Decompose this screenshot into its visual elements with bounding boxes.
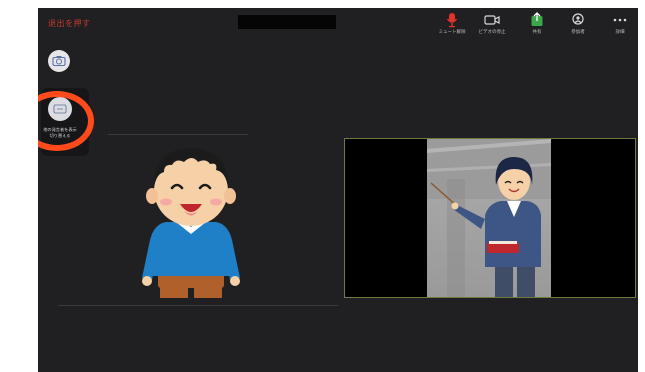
remote-video-feed xyxy=(427,139,551,297)
share-button[interactable]: 共有 xyxy=(519,12,555,42)
more-button[interactable]: 詳細 xyxy=(602,12,638,42)
participants-label: 参加者 xyxy=(571,30,585,35)
meeting-screen: 退出を押す ミーティング ミュート解除 ビデオの停止 共有 参加者 詳細 他の発… xyxy=(38,8,638,372)
share-label: 共有 xyxy=(532,30,542,35)
mute-label: ミュート解除 xyxy=(438,30,466,35)
divider xyxy=(58,305,338,306)
boy-avatar xyxy=(142,148,240,298)
teacher-video-feed xyxy=(427,139,551,297)
microphone-muted-icon xyxy=(444,12,460,27)
share-icon xyxy=(529,12,545,27)
mute-button[interactable]: ミュート解除 xyxy=(434,12,470,42)
remote-video-tile[interactable] xyxy=(344,138,636,298)
participants-button[interactable]: 参加者 xyxy=(560,12,596,42)
participants-icon xyxy=(570,12,586,27)
meeting-title: ミーティング xyxy=(238,15,336,29)
meeting-toolbar: 退出を押す ミーティング ミュート解除 ビデオの停止 共有 参加者 詳細 xyxy=(38,8,638,42)
self-video-tile[interactable] xyxy=(136,132,246,302)
camera-switch-icon xyxy=(52,55,66,67)
more-icon xyxy=(612,12,628,27)
leave-button[interactable]: 退出を押す xyxy=(48,18,91,29)
more-label: 詳細 xyxy=(615,30,625,35)
video-label: ビデオの停止 xyxy=(478,30,506,35)
video-button[interactable]: ビデオの停止 xyxy=(474,12,510,42)
switch-camera-button[interactable] xyxy=(48,50,70,72)
video-camera-icon xyxy=(484,12,500,27)
